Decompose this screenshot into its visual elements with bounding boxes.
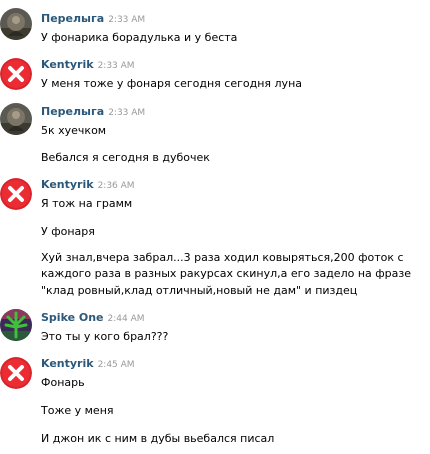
author-name[interactable]: Kentyrik bbox=[41, 357, 94, 370]
user-avatar-kentyrik[interactable] bbox=[0, 58, 32, 90]
message-text: Тоже у меня bbox=[41, 404, 114, 417]
message-text: "клад ровный,клад отличный,новый не дам"… bbox=[41, 284, 358, 297]
message-text: 5к хуечком bbox=[41, 124, 107, 137]
message-text: Фонарь bbox=[41, 376, 85, 389]
message-text: Хуй знал,вчера забрал...3 раза ходил ков… bbox=[41, 251, 404, 264]
message-time: 2:45 AM bbox=[97, 360, 135, 370]
chat-history: Перелыга 2:33 AM У фонарика борадулька и … bbox=[0, 0, 430, 454]
message-text: У фонарика борадулька и у беста bbox=[41, 31, 238, 44]
message-time: 2:33 AM bbox=[97, 61, 135, 71]
message-time: 2:44 AM bbox=[107, 314, 145, 324]
message-text: У фонаря bbox=[41, 225, 95, 238]
author-name[interactable]: Kentyrik bbox=[41, 58, 94, 71]
user-avatar-spike-one[interactable] bbox=[0, 309, 32, 341]
message-time: 2:33 AM bbox=[108, 108, 146, 118]
message-text: У меня тоже у фонаря сегодня сегодня лун… bbox=[41, 77, 302, 90]
message-text: каждого раза в разных ракурсах скинул,а … bbox=[41, 267, 412, 280]
user-avatar-kentyrik[interactable] bbox=[0, 178, 32, 210]
message-time: 2:36 AM bbox=[97, 181, 135, 191]
author-name[interactable]: Перелыга bbox=[41, 105, 104, 118]
message-text: Я тож на грамм bbox=[41, 197, 133, 210]
user-avatar-perelyga[interactable] bbox=[0, 103, 32, 135]
author-name[interactable]: Перелыга bbox=[41, 12, 104, 25]
user-avatar-kentyrik[interactable] bbox=[0, 357, 32, 389]
message-time: 2:33 AM bbox=[108, 15, 146, 25]
message-text: И джон ик с ним в дубы вьебался писал bbox=[41, 432, 275, 445]
author-name[interactable]: Spike One bbox=[41, 311, 104, 324]
message-text: Это ты у кого брал??? bbox=[41, 330, 169, 343]
author-name[interactable]: Kentyrik bbox=[41, 178, 94, 191]
message-text: Вебался я сегодня в дубочек bbox=[41, 151, 210, 164]
user-avatar-perelyga[interactable] bbox=[0, 8, 32, 40]
